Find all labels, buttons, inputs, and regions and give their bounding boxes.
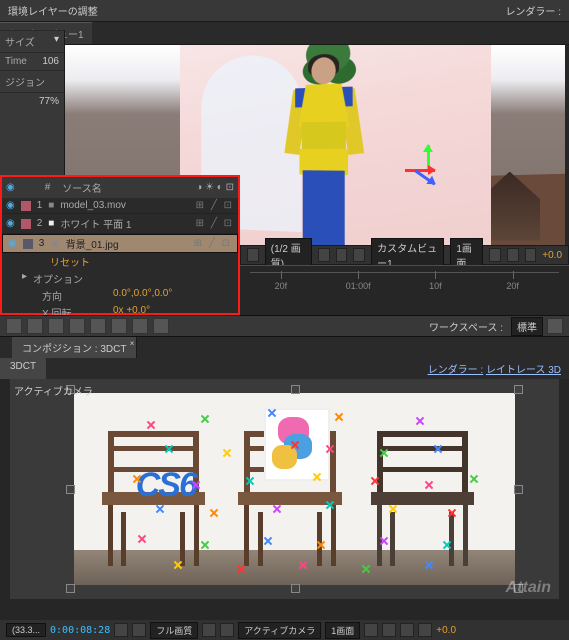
zoom-icon[interactable] — [525, 248, 537, 262]
workspace-label: ワークスペース : — [429, 319, 507, 334]
eye-icon[interactable]: ◉ — [6, 182, 15, 193]
col-number: # — [45, 182, 51, 193]
watermark: Attain — [506, 579, 551, 597]
ruler-tick: 01:00f — [346, 281, 371, 291]
aspect-icon[interactable] — [318, 248, 330, 262]
zoom-tool-icon[interactable] — [48, 318, 64, 334]
size-label: サイズ — [5, 34, 35, 49]
guides-icon[interactable] — [353, 248, 365, 262]
zoom-select[interactable]: (33.3... — [6, 623, 46, 637]
timeline-panel: ◉ # ソース名 ◑ ☀ ◐ ⊡ ◉ 1 ■ model_03.mov ⊞ ╱ … — [0, 175, 240, 315]
layer-name: ホワイト 平面 1 — [60, 216, 189, 231]
layer-name: model_03.mov — [60, 200, 189, 211]
transform-handle[interactable] — [514, 485, 523, 494]
hand-tool-icon[interactable] — [27, 318, 43, 334]
selection-tool-icon[interactable] — [6, 318, 22, 334]
pan-icon[interactable] — [507, 248, 519, 262]
prop-orientation: 方向 — [42, 288, 107, 303]
screens-select-bottom[interactable]: 1画面 — [325, 622, 360, 639]
cs6-text-layer[interactable]: CS6 — [136, 466, 196, 505]
env-layer-label: 環境レイヤーの調整 — [8, 3, 98, 18]
shape-tool-icon[interactable] — [132, 318, 148, 334]
transparency-icon[interactable] — [220, 623, 234, 637]
grid-icon[interactable] — [247, 248, 259, 262]
exposure-value[interactable]: +0.0 — [542, 250, 562, 261]
info-panel: サイズ▾ Time106 ジジョン 77% — [0, 30, 65, 175]
transform-handle[interactable] — [66, 584, 75, 593]
flowchart-icon[interactable] — [418, 623, 432, 637]
region-icon[interactable] — [202, 623, 216, 637]
col-source: ソース名 — [62, 180, 102, 195]
duration-label: ジジョン — [5, 74, 45, 89]
option-label: オプション — [33, 271, 98, 286]
exposure-bottom[interactable]: +0.0 — [436, 625, 456, 636]
time-value: 106 — [42, 56, 59, 67]
layer-num: 3 — [39, 238, 45, 249]
pen-tool-icon[interactable] — [153, 318, 169, 334]
visibility-toggle[interactable]: ◉ — [6, 218, 15, 229]
timecode[interactable]: 0:00:08:28 — [50, 625, 110, 636]
cam-icon[interactable] — [489, 248, 501, 262]
time-ruler[interactable]: 20f 01:00f 10f 20f — [240, 265, 569, 315]
layer-color[interactable] — [21, 201, 31, 211]
comp-bounds[interactable]: CS6 — [70, 389, 519, 589]
layer-num: 2 — [37, 218, 43, 229]
layer-row[interactable]: ◉ 2 ■ ホワイト 平面 1 ⊞ ╱ ⊡ — [2, 214, 238, 234]
transform-handle[interactable] — [291, 385, 300, 394]
time-label: Time — [5, 56, 27, 67]
transform-handle[interactable] — [514, 385, 523, 394]
layer-row-selected[interactable]: ◉ 3 ▣ 背景_01.jpg ⊞ ╱ ⊡ — [2, 234, 238, 253]
visibility-toggle[interactable]: ◉ — [6, 200, 15, 211]
viewport-footer-top: (1/2 画質) カスタムビュー1 1画面 +0.0 — [240, 245, 569, 265]
rotate-tool-icon[interactable] — [69, 318, 85, 334]
camera-label: アクティブカメラ — [14, 383, 93, 398]
ruler-tick: 20f — [275, 281, 288, 291]
viewport-comp[interactable]: アクティブカメラ CS6 Attain — [10, 379, 559, 599]
option-twirl[interactable]: ▸ — [22, 271, 27, 286]
renderer-label-top: レンダラー : — [505, 3, 561, 18]
pan-behind-icon[interactable] — [111, 318, 127, 334]
ruler-tick: 20f — [506, 281, 519, 291]
reset-button[interactable]: リセット — [42, 254, 90, 269]
axis-gizmo[interactable] — [405, 145, 455, 195]
transform-handle[interactable] — [66, 485, 75, 494]
layer-color[interactable] — [23, 239, 33, 249]
prop-value[interactable]: 0.0°,0.0°,0.0° — [113, 288, 172, 303]
fast-preview-icon[interactable] — [382, 623, 396, 637]
renderer-label: レンダラー : — [428, 361, 484, 376]
opacity-value: 77% — [39, 96, 59, 107]
camera-tool-icon[interactable] — [90, 318, 106, 334]
mask-icon[interactable] — [336, 248, 348, 262]
layer-name: 背景_01.jpg — [66, 236, 188, 251]
layer-row[interactable]: ◉ 1 ■ model_03.mov ⊞ ╱ ⊡ — [2, 198, 238, 214]
camera-select[interactable]: アクティブカメラ — [238, 622, 321, 639]
transform-handle[interactable] — [291, 584, 300, 593]
footage-layer[interactable]: CS6 — [74, 393, 515, 585]
workspace-select[interactable]: 標準 — [511, 317, 543, 336]
ruler-tick: 10f — [429, 281, 442, 291]
close-icon[interactable]: × — [130, 339, 135, 348]
channel-icon[interactable] — [132, 623, 146, 637]
renderer-link[interactable]: レイトレース 3D — [486, 361, 561, 376]
timeline-icon[interactable] — [400, 623, 414, 637]
sub-tab-3dct[interactable]: 3DCT — [0, 358, 46, 379]
view-options-icon[interactable] — [364, 623, 378, 637]
quality-select-bottom[interactable]: フル画質 — [150, 622, 198, 639]
layer-num: 1 — [37, 200, 43, 211]
search-icon[interactable] — [547, 318, 563, 334]
3d-figure[interactable] — [291, 55, 357, 269]
snapshot-icon[interactable] — [114, 623, 128, 637]
layer-color[interactable] — [21, 219, 31, 229]
tab-composition[interactable]: コンポジション : 3DCT× — [12, 337, 137, 358]
viewport-footer-bottom: (33.3... 0:00:08:28 フル画質 アクティブカメラ 1画面 +0… — [0, 620, 569, 640]
visibility-toggle[interactable]: ◉ — [8, 238, 17, 249]
